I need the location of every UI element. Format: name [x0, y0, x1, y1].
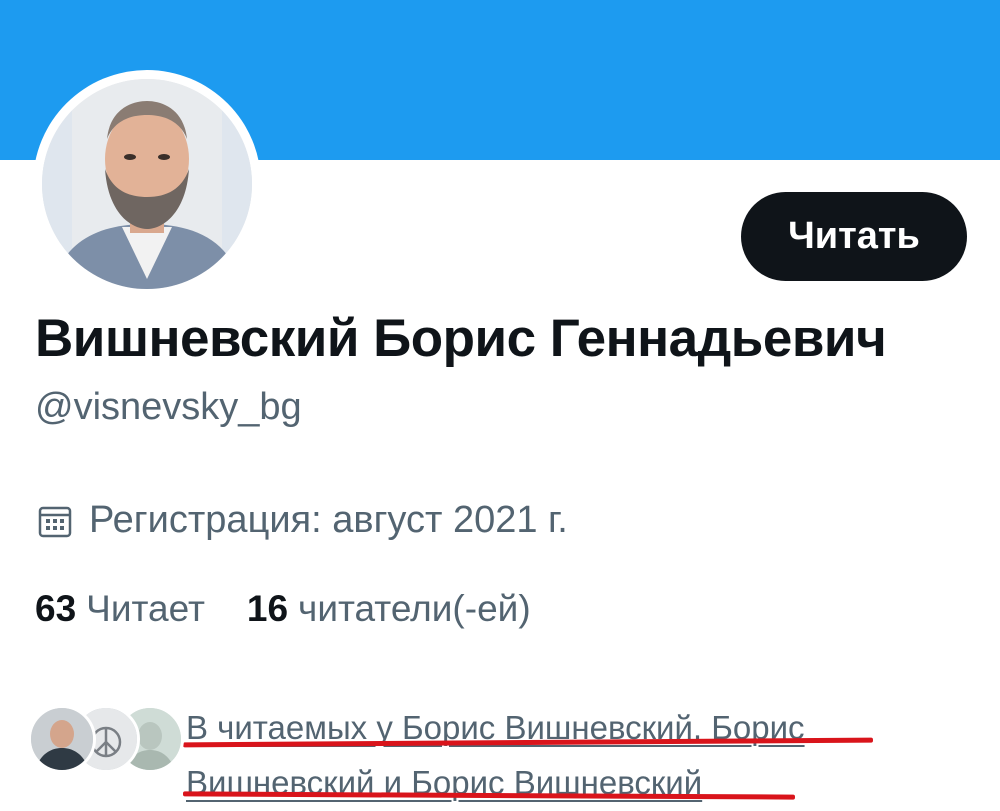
followed-by-section: В читаемых у Борис Вишневский, Борис Виш…	[28, 700, 988, 801]
followed-by-line-2: Вишневский и Борис Вишневский	[186, 764, 703, 801]
avatar-photo	[42, 79, 252, 289]
avatar[interactable]	[42, 79, 252, 289]
profile-stats: 63 Читает 16 читатели(-ей)	[35, 588, 573, 630]
followed-by-line-1: В читаемых у Борис Вишневский, Борис	[186, 709, 805, 746]
following-link[interactable]: 63 Читает	[35, 588, 205, 630]
follower-avatar	[28, 705, 96, 773]
calendar-icon	[37, 503, 73, 539]
joined-date: Регистрация: август 2021 г.	[37, 499, 568, 542]
display-name: Вишневский Борис Геннадьевич	[35, 309, 887, 368]
joined-text: Регистрация: август 2021 г.	[89, 499, 568, 541]
followers-count: 16	[246, 588, 289, 629]
followers-link[interactable]: 16 читатели(-ей)	[247, 588, 531, 630]
following-count: 63	[35, 588, 77, 629]
following-label: Читает	[86, 588, 205, 629]
followers-label: читатели(-ей)	[298, 588, 531, 629]
follow-button[interactable]: Читать	[741, 192, 967, 281]
user-handle: @visnevsky_bg	[35, 386, 302, 428]
followed-by-avatars[interactable]	[28, 705, 184, 775]
